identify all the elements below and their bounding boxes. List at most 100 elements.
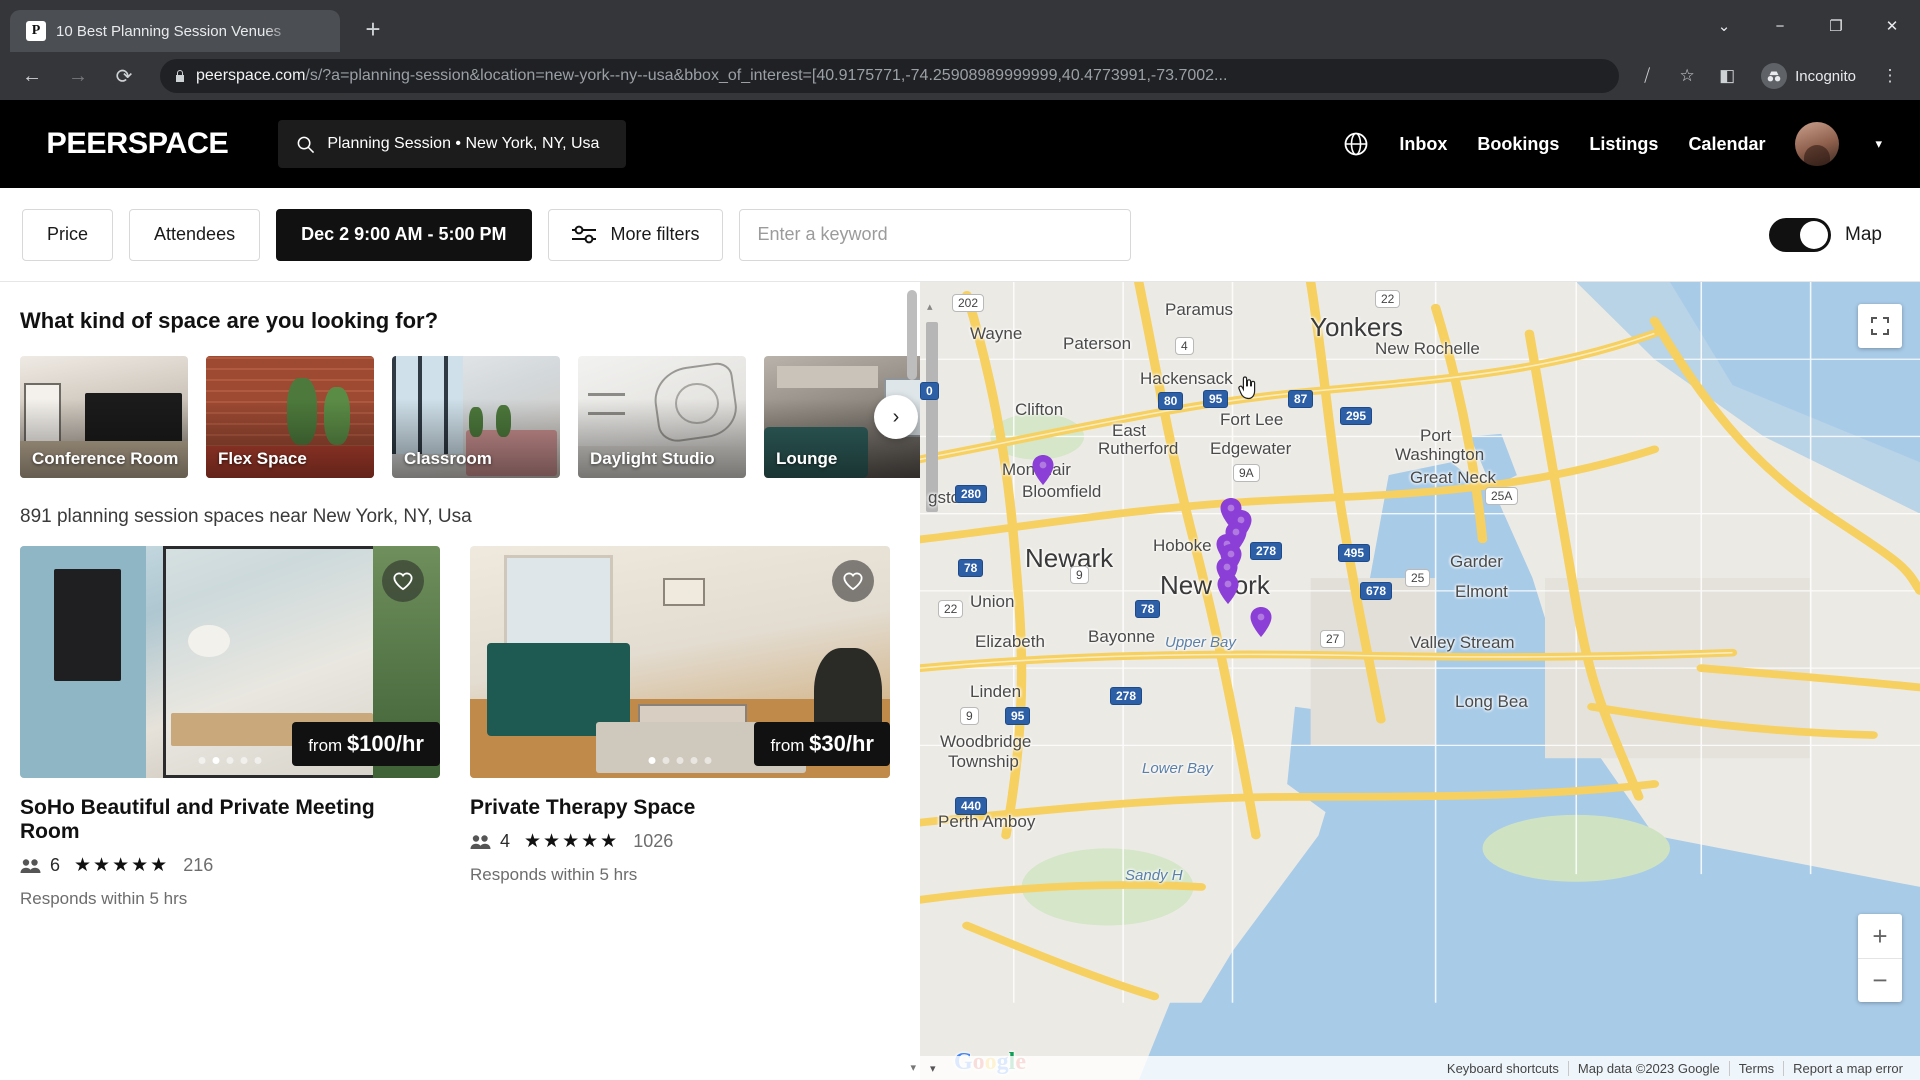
- map-data-text: Map data ©2023 Google: [1567, 1060, 1729, 1076]
- favorite-button[interactable]: [382, 560, 424, 602]
- route-shield-icon: 22: [1375, 290, 1401, 308]
- price-badge: from $30/hr: [754, 722, 890, 766]
- photo-dot[interactable]: [676, 757, 684, 764]
- category-card-flex-space[interactable]: Flex Space: [206, 356, 374, 478]
- minimize-icon[interactable]: −: [1752, 6, 1808, 46]
- forward-icon[interactable]: →: [58, 56, 98, 96]
- route-shield-icon: 25A: [1485, 487, 1519, 505]
- incognito-profile-button[interactable]: Incognito: [1755, 59, 1868, 93]
- maximize-icon[interactable]: ❐: [1808, 6, 1864, 46]
- close-tab-icon[interactable]: [304, 19, 328, 43]
- results-pane: What kind of space are you looking for? …: [0, 282, 920, 1080]
- more-filters-label: More filters: [610, 224, 700, 244]
- heart-icon: [393, 572, 413, 591]
- photo-dot[interactable]: [212, 757, 220, 764]
- search-input[interactable]: Planning Session • New York, NY, Usa: [278, 120, 627, 168]
- filter-price-button[interactable]: Price: [22, 208, 114, 261]
- address-bar[interactable]: peerspace.com/s/?a=planning-session&loca…: [160, 59, 1620, 93]
- favorite-button[interactable]: [832, 560, 874, 602]
- scroll-up-icon[interactable]: ▴: [927, 300, 933, 313]
- listing-photo[interactable]: from $30/hr: [470, 546, 890, 778]
- carousel-next-button[interactable]: ›: [874, 395, 918, 439]
- map-toggle[interactable]: Map: [1769, 217, 1898, 252]
- keyword-input[interactable]: [738, 208, 1131, 261]
- photo-dots[interactable]: [648, 757, 712, 764]
- peerspace-logo[interactable]: PEERSPACE: [26, 127, 228, 161]
- photo-dots[interactable]: [198, 757, 262, 764]
- capacity: 4: [470, 831, 510, 852]
- photo-dot[interactable]: [254, 757, 262, 764]
- scrollbar-thumb[interactable]: [907, 290, 917, 380]
- zoom-out-button[interactable]: −: [1858, 958, 1902, 1002]
- browser-tab[interactable]: P 10 Best Planning Session Venues: [10, 10, 340, 52]
- map-vertical-scroll[interactable]: ▴: [926, 300, 938, 550]
- map-pane[interactable]: ▴ Wayne Paterson Paramus Yonkers New Rochell…: [920, 282, 1920, 1080]
- eye-off-icon[interactable]: ⧸: [1629, 58, 1665, 94]
- nav-link-inbox[interactable]: Inbox: [1399, 134, 1447, 155]
- listing-photo[interactable]: from $100/hr: [20, 546, 440, 778]
- route-shield-icon: 295: [1340, 407, 1373, 425]
- map-zoom-controls[interactable]: + −: [1858, 914, 1902, 1002]
- photo-dot[interactable]: [690, 757, 698, 764]
- people-icon: [20, 858, 41, 873]
- route-shield-icon: 80: [1158, 392, 1184, 410]
- nav-link-listings[interactable]: Listings: [1589, 134, 1658, 155]
- terms-link[interactable]: Terms: [1728, 1060, 1783, 1076]
- photo-dot[interactable]: [648, 757, 656, 764]
- reload-icon[interactable]: ⟳: [104, 56, 144, 96]
- route-shield-icon: 0: [920, 382, 939, 400]
- category-card-conference-room[interactable]: Conference Room: [20, 356, 188, 478]
- filter-date-button[interactable]: Dec 2 9:00 AM - 5:00 PM: [276, 208, 532, 261]
- back-icon[interactable]: ←: [12, 56, 52, 96]
- nav-link-bookings[interactable]: Bookings: [1477, 134, 1559, 155]
- attribution-expand-icon[interactable]: ▾: [930, 1062, 936, 1075]
- nav-link-calendar[interactable]: Calendar: [1688, 134, 1765, 155]
- route-shield-icon: 25: [1405, 569, 1431, 587]
- keyboard-shortcuts-link[interactable]: Keyboard shortcuts: [1438, 1061, 1568, 1076]
- category-card-daylight-studio[interactable]: Daylight Studio: [578, 356, 746, 478]
- main-content: What kind of space are you looking for? …: [0, 282, 1920, 1080]
- filter-bar: Price Attendees Dec 2 9:00 AM - 5:00 PM …: [0, 188, 1920, 282]
- url-text: peerspace.com/s/?a=planning-session&loca…: [196, 67, 1605, 85]
- photo-dot[interactable]: [240, 757, 248, 764]
- url-path: /s/?a=planning-session&location=new-york…: [305, 67, 1228, 84]
- tab-title: 10 Best Planning Session Venues: [56, 22, 282, 40]
- scroll-down-icon[interactable]: ▾: [910, 1061, 916, 1074]
- capacity-value: 4: [500, 831, 511, 851]
- listing-subtitle: Responds within 5 hrs: [470, 865, 638, 884]
- route-shield-icon: 678: [1360, 582, 1393, 600]
- listing-card[interactable]: from $30/hr Private Therapy Space 4 ★★★★…: [470, 546, 890, 909]
- map-toggle-switch[interactable]: [1769, 217, 1832, 252]
- map-pin-icon[interactable]: [1032, 455, 1054, 485]
- filter-attendees-button[interactable]: Attendees: [129, 208, 261, 261]
- capacity: 6: [20, 855, 60, 876]
- map-pin-icon[interactable]: [1250, 607, 1272, 637]
- map-canvas[interactable]: [920, 282, 1920, 1080]
- chrome-menu-icon[interactable]: ⋮: [1872, 58, 1908, 94]
- category-carousel: Conference Room Flex Space Classroom Day…: [20, 356, 920, 478]
- category-card-classroom[interactable]: Classroom: [392, 356, 560, 478]
- photo-dot[interactable]: [198, 757, 206, 764]
- zoom-in-button[interactable]: +: [1858, 914, 1902, 958]
- more-filters-button[interactable]: More filters: [547, 208, 723, 261]
- photo-dot[interactable]: [704, 757, 712, 764]
- photo-dot[interactable]: [226, 757, 234, 764]
- map-scrollbar-thumb[interactable]: [926, 322, 938, 512]
- side-panel-icon[interactable]: ◧: [1709, 58, 1745, 94]
- report-map-error-link[interactable]: Report a map error: [1783, 1060, 1912, 1076]
- listing-grid: from $100/hr SoHo Beautiful and Private …: [20, 546, 900, 909]
- listing-title[interactable]: SoHo Beautiful and Private Meeting Room: [20, 796, 440, 844]
- chevron-down-icon[interactable]: ▾: [1875, 136, 1882, 152]
- listing-card[interactable]: from $100/hr SoHo Beautiful and Private …: [20, 546, 440, 909]
- new-tab-button[interactable]: +: [358, 14, 388, 44]
- site-nav: Inbox Bookings Listings Calendar ▾: [1343, 122, 1892, 166]
- bookmark-star-icon[interactable]: ☆: [1669, 58, 1705, 94]
- map-pin-icon[interactable]: [1217, 574, 1239, 604]
- close-window-icon[interactable]: ✕: [1864, 6, 1920, 46]
- photo-dot[interactable]: [662, 757, 670, 764]
- chevron-down-icon[interactable]: ⌄: [1696, 6, 1752, 46]
- map-fullscreen-button[interactable]: [1858, 304, 1902, 348]
- avatar[interactable]: [1795, 122, 1840, 166]
- globe-icon[interactable]: [1343, 131, 1369, 157]
- listing-title[interactable]: Private Therapy Space: [470, 796, 890, 820]
